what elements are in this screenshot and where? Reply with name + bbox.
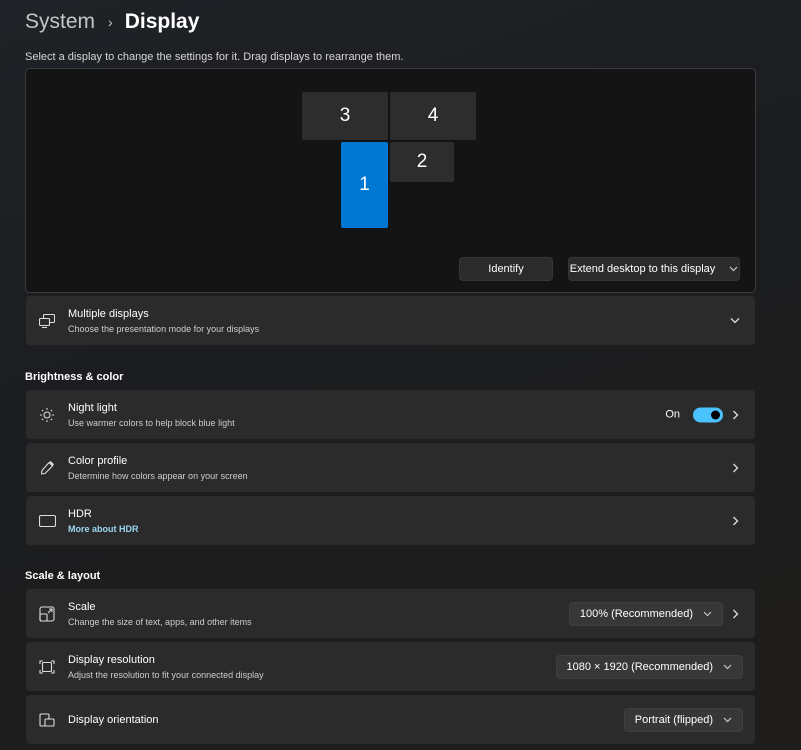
hdr-card[interactable]: HDR More about HDR bbox=[26, 496, 755, 545]
multiple-displays-card[interactable]: Multiple displays Choose the presentatio… bbox=[26, 296, 755, 345]
resolution-icon bbox=[38, 658, 56, 676]
scale-layout-header: Scale & layout bbox=[25, 570, 101, 582]
breadcrumb-display: Display bbox=[124, 10, 200, 33]
breadcrumb-separator-icon: › bbox=[108, 14, 113, 30]
identify-button-label: Identify bbox=[488, 263, 524, 275]
scale-desc: Change the size of text, apps, and other… bbox=[68, 616, 252, 627]
hdr-title: HDR bbox=[68, 507, 92, 520]
display-resolution-title: Display resolution bbox=[68, 653, 155, 666]
chevron-down-icon[interactable] bbox=[727, 313, 743, 329]
multiple-displays-icon bbox=[38, 312, 56, 330]
eyedropper-icon bbox=[38, 459, 56, 477]
breadcrumb-system[interactable]: System bbox=[25, 10, 95, 34]
monitor-3[interactable]: 3 bbox=[302, 92, 388, 140]
scale-dropdown[interactable]: 100% (Recommended) bbox=[568, 601, 723, 626]
night-light-toggle[interactable] bbox=[693, 407, 723, 422]
monitor-1[interactable]: 1 bbox=[341, 142, 388, 228]
more-about-hdr-link[interactable]: More about HDR bbox=[68, 524, 139, 534]
scale-title: Scale bbox=[68, 600, 96, 613]
color-profile-title: Color profile bbox=[68, 454, 128, 467]
display-mode-value: Extend desktop to this display bbox=[569, 263, 716, 275]
night-light-desc: Use warmer colors to help block blue lig… bbox=[68, 417, 235, 428]
brightness-icon bbox=[38, 406, 56, 424]
monitor-4[interactable]: 4 bbox=[390, 92, 476, 140]
display-orientation-dropdown[interactable]: Portrait (flipped) bbox=[623, 707, 743, 732]
night-light-title: Night light bbox=[68, 401, 117, 414]
brightness-color-header: Brightness & color bbox=[25, 371, 124, 383]
chevron-down-icon bbox=[703, 611, 712, 617]
display-orientation-title: Display orientation bbox=[68, 713, 159, 726]
display-arrangement-panel: 3 4 2 1 Identify Extend desktop to this … bbox=[25, 68, 756, 293]
chevron-right-icon[interactable] bbox=[727, 460, 743, 476]
scale-icon bbox=[38, 605, 56, 623]
display-resolution-desc: Adjust the resolution to fit your connec… bbox=[68, 669, 264, 680]
scale-card[interactable]: Scale Change the size of text, apps, and… bbox=[26, 589, 755, 638]
night-light-state: On bbox=[665, 408, 680, 421]
chevron-down-icon bbox=[723, 664, 732, 670]
identify-button[interactable]: Identify bbox=[459, 257, 553, 281]
chevron-down-icon bbox=[729, 266, 738, 272]
color-profile-card[interactable]: Color profile Determine how colors appea… bbox=[26, 443, 755, 492]
display-orientation-card[interactable]: Display orientation Portrait (flipped) bbox=[26, 695, 755, 744]
color-profile-desc: Determine how colors appear on your scre… bbox=[68, 470, 248, 481]
chevron-right-icon[interactable] bbox=[727, 407, 743, 423]
display-resolution-card[interactable]: Display resolution Adjust the resolution… bbox=[26, 642, 755, 691]
monitor-2[interactable]: 2 bbox=[390, 142, 454, 182]
arrange-instruction: Select a display to change the settings … bbox=[25, 51, 404, 63]
chevron-right-icon[interactable] bbox=[727, 606, 743, 622]
chevron-right-icon[interactable] bbox=[727, 513, 743, 529]
scale-value: 100% (Recommended) bbox=[579, 607, 693, 620]
chevron-down-icon bbox=[723, 717, 732, 723]
multiple-displays-title: Multiple displays bbox=[68, 307, 149, 320]
display-orientation-value: Portrait (flipped) bbox=[634, 713, 713, 726]
multiple-displays-desc: Choose the presentation mode for your di… bbox=[68, 323, 260, 334]
display-resolution-dropdown[interactable]: 1080 × 1920 (Recommended) bbox=[555, 654, 743, 679]
page-title: System › Display bbox=[25, 10, 199, 34]
display-mode-dropdown[interactable]: Extend desktop to this display bbox=[568, 257, 740, 281]
orientation-icon bbox=[38, 711, 56, 729]
hdr-icon bbox=[38, 512, 56, 530]
display-resolution-value: 1080 × 1920 (Recommended) bbox=[566, 660, 713, 673]
night-light-card[interactable]: Night light Use warmer colors to help bl… bbox=[26, 390, 755, 439]
